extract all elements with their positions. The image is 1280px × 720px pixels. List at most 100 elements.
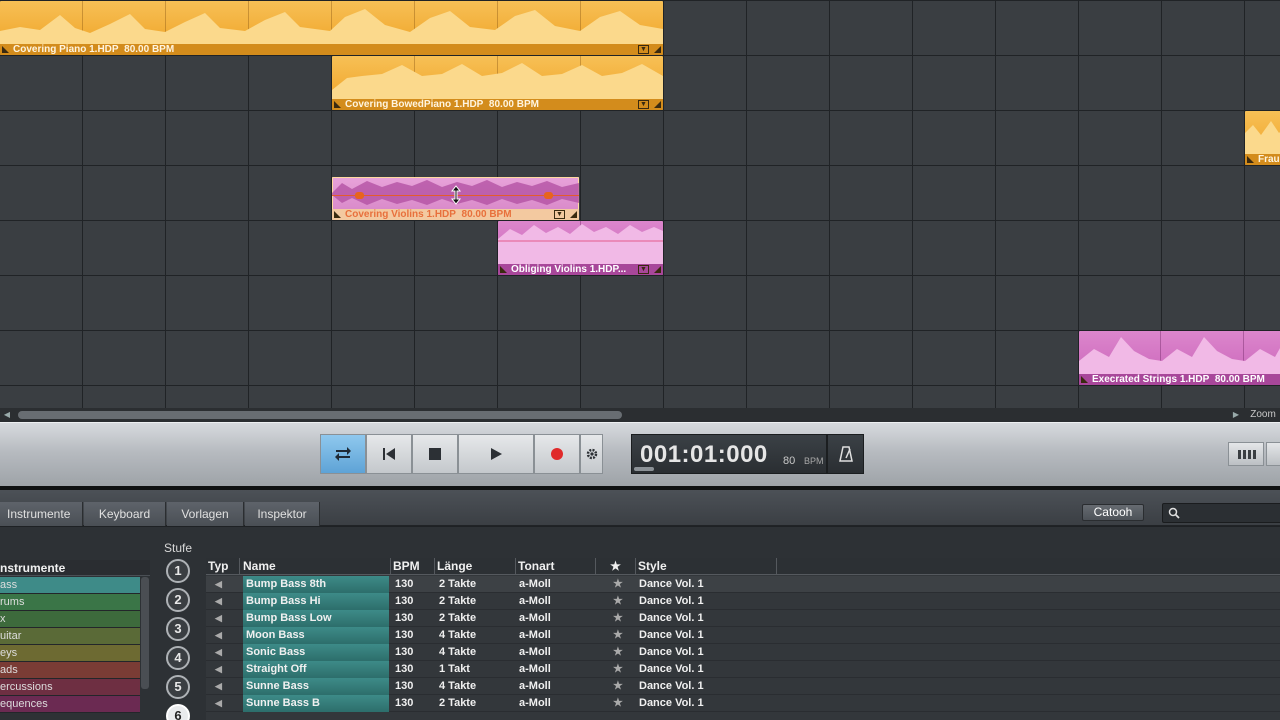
zoom-control[interactable]: Zoom (1246, 408, 1280, 422)
volume-point[interactable] (544, 192, 553, 199)
preview-speaker-icon[interactable]: ◀ (212, 695, 226, 712)
table-header: Typ Name BPM Länge Tonart ★ Style (206, 558, 1280, 575)
table-row[interactable]: ◀ Straight Off 130 1 Takt a-Moll ★ Dance Vol. … (206, 661, 1280, 678)
table-row[interactable]: ◀ Sonic Bass 130 4 Takte a-Moll ★ Dance Vol. 1 (206, 644, 1280, 661)
favorite-star-icon[interactable]: ★ (610, 627, 623, 644)
stop-button[interactable] (412, 434, 458, 474)
instrument-item-bass[interactable]: ass (0, 577, 140, 594)
favorite-star-icon[interactable]: ★ (610, 661, 623, 678)
tab-keyboard[interactable]: Keyboard (84, 502, 166, 526)
clip-resize-handle[interactable] (654, 101, 661, 108)
clip-execrated-strings[interactable]: Execrated Strings 1.HDP 80.00 BPM (1079, 331, 1280, 385)
preview-speaker-icon[interactable]: ◀ (212, 593, 226, 610)
clip-resize-handle[interactable] (654, 46, 661, 53)
stufe-level-3[interactable]: 3 (166, 617, 190, 641)
preview-speaker-icon[interactable]: ◀ (212, 627, 226, 644)
table-row[interactable]: ◀ Sunne Bass B 130 2 Takte a-Moll ★ Dance Vol.… (206, 695, 1280, 712)
metronome-button[interactable] (827, 434, 864, 474)
table-row[interactable]: ◀ Bump Bass Low 130 2 Takte a-Moll ★ Dance Vol… (206, 610, 1280, 627)
arranger-scrollbar[interactable]: ◀ ▶ Zoom (0, 408, 1280, 422)
instrument-label: ercussions (0, 681, 53, 693)
clip-start-handle[interactable] (334, 211, 341, 218)
preview-speaker-icon[interactable]: ◀ (212, 678, 226, 695)
time-display[interactable]: 001:01:000 80 BPM (631, 434, 827, 474)
arranger-grid[interactable]: Covering Piano 1.HDP 80.00 BPM ▼ Coverin… (0, 0, 1280, 408)
tempo-value[interactable]: 80 (783, 455, 795, 467)
scroll-left-icon[interactable]: ◀ (0, 408, 14, 422)
clip-menu-button[interactable]: ▼ (638, 100, 649, 109)
preview-speaker-icon[interactable]: ◀ (212, 661, 226, 678)
favorite-star-icon[interactable]: ★ (610, 644, 623, 661)
view-toggle-button[interactable] (1266, 442, 1280, 466)
stufe-level-2[interactable]: 2 (166, 588, 190, 612)
favorite-star-icon[interactable]: ★ (610, 678, 623, 695)
loop-button[interactable] (320, 434, 366, 474)
favorite-star-icon[interactable]: ★ (610, 576, 623, 593)
favorite-star-icon[interactable]: ★ (610, 610, 623, 627)
scroll-right-icon[interactable]: ▶ (1229, 408, 1243, 422)
catooh-button[interactable]: Catooh (1082, 504, 1144, 521)
skip-back-button[interactable] (366, 434, 412, 474)
clip-start-handle[interactable] (1081, 376, 1088, 383)
instrument-item-percussions[interactable]: ercussions (0, 679, 140, 696)
cell-laenge: 2 Takte (439, 612, 477, 624)
clip-start-handle[interactable] (2, 46, 9, 53)
instrument-item-pads[interactable]: ads (0, 662, 140, 679)
favorite-star-icon[interactable]: ★ (610, 695, 623, 712)
cell-tonart: a-Moll (519, 629, 551, 641)
instruments-scrollbar[interactable] (141, 577, 149, 689)
col-tonart[interactable]: Tonart (516, 558, 596, 575)
cell-bpm: 130 (395, 629, 414, 641)
table-row[interactable]: ◀ Sunne Bass 130 4 Takte a-Moll ★ Dance Vol. 1 (206, 678, 1280, 695)
instrument-item-drums[interactable]: rums (0, 594, 140, 611)
clip-start-handle[interactable] (1247, 156, 1254, 163)
favorite-star-icon[interactable]: ★ (610, 593, 623, 610)
clip-menu-button[interactable]: ▼ (638, 265, 649, 274)
col-laenge[interactable]: Länge (435, 558, 516, 575)
stufe-level-1[interactable]: 1 (166, 559, 190, 583)
col-name[interactable]: Name (241, 558, 391, 575)
tab-inspektor[interactable]: Inspektor (245, 502, 320, 526)
instrument-item-guitar[interactable]: uitar (0, 628, 140, 645)
tab-vorlagen[interactable]: Vorlagen (167, 502, 244, 526)
table-row[interactable]: ◀ Bump Bass 8th 130 2 Takte a-Moll ★ Dance Vol… (206, 576, 1280, 593)
col-rating[interactable]: ★ (596, 558, 636, 575)
position-time: 001:01:000 (640, 441, 768, 468)
clip-menu-button[interactable]: ▼ (554, 210, 565, 219)
clip-start-handle[interactable] (500, 266, 507, 273)
instrument-item-fx[interactable]: x (0, 611, 140, 628)
clip-menu-button[interactable]: ▼ (638, 45, 649, 54)
clip-resize-handle[interactable] (570, 211, 577, 218)
table-row[interactable]: ◀ Moon Bass 130 4 Takte a-Moll ★ Dance Vol. 1 (206, 627, 1280, 644)
col-style[interactable]: Style (636, 558, 777, 575)
piano-view-button[interactable] (1228, 442, 1264, 466)
record-settings-button[interactable] (580, 434, 603, 474)
col-typ[interactable]: Typ (206, 558, 240, 575)
clip-covering-piano[interactable]: Covering Piano 1.HDP 80.00 BPM ▼ (0, 1, 663, 55)
instrument-item-keys[interactable]: eys (0, 645, 140, 662)
preview-speaker-icon[interactable]: ◀ (212, 644, 226, 661)
preview-speaker-icon[interactable]: ◀ (212, 576, 226, 593)
stufe-level-6[interactable]: 6 (166, 704, 190, 720)
clip-resize-handle[interactable] (654, 266, 661, 273)
record-button[interactable] (534, 434, 580, 474)
clip-obliging-violins[interactable]: Obliging Violins 1.HDP... ▼ (498, 221, 663, 275)
clip-footer: Covering BowedPiano 1.HDP 80.00 BPM (332, 99, 663, 110)
search-box[interactable] (1162, 503, 1280, 523)
position-slider[interactable] (634, 467, 654, 471)
table-row[interactable]: ◀ Bump Bass Hi 130 2 Takte a-Moll ★ Dance Vol.… (206, 593, 1280, 610)
col-bpm[interactable]: BPM (391, 558, 435, 575)
stop-icon (429, 448, 441, 460)
instrument-item-sequences[interactable]: equences (0, 696, 140, 713)
play-button[interactable] (458, 434, 534, 474)
volume-point[interactable] (355, 192, 364, 199)
search-input[interactable] (1183, 505, 1279, 521)
stufe-level-4[interactable]: 4 (166, 646, 190, 670)
preview-speaker-icon[interactable]: ◀ (212, 610, 226, 627)
clip-start-handle[interactable] (334, 101, 341, 108)
clip-covering-bowedpiano[interactable]: Covering BowedPiano 1.HDP 80.00 BPM ▼ (332, 56, 663, 110)
tab-instrumente[interactable]: Instrumente (0, 502, 83, 526)
stufe-level-5[interactable]: 5 (166, 675, 190, 699)
scroll-thumb[interactable] (18, 411, 622, 419)
clip-frau[interactable]: Frau (1245, 111, 1280, 165)
